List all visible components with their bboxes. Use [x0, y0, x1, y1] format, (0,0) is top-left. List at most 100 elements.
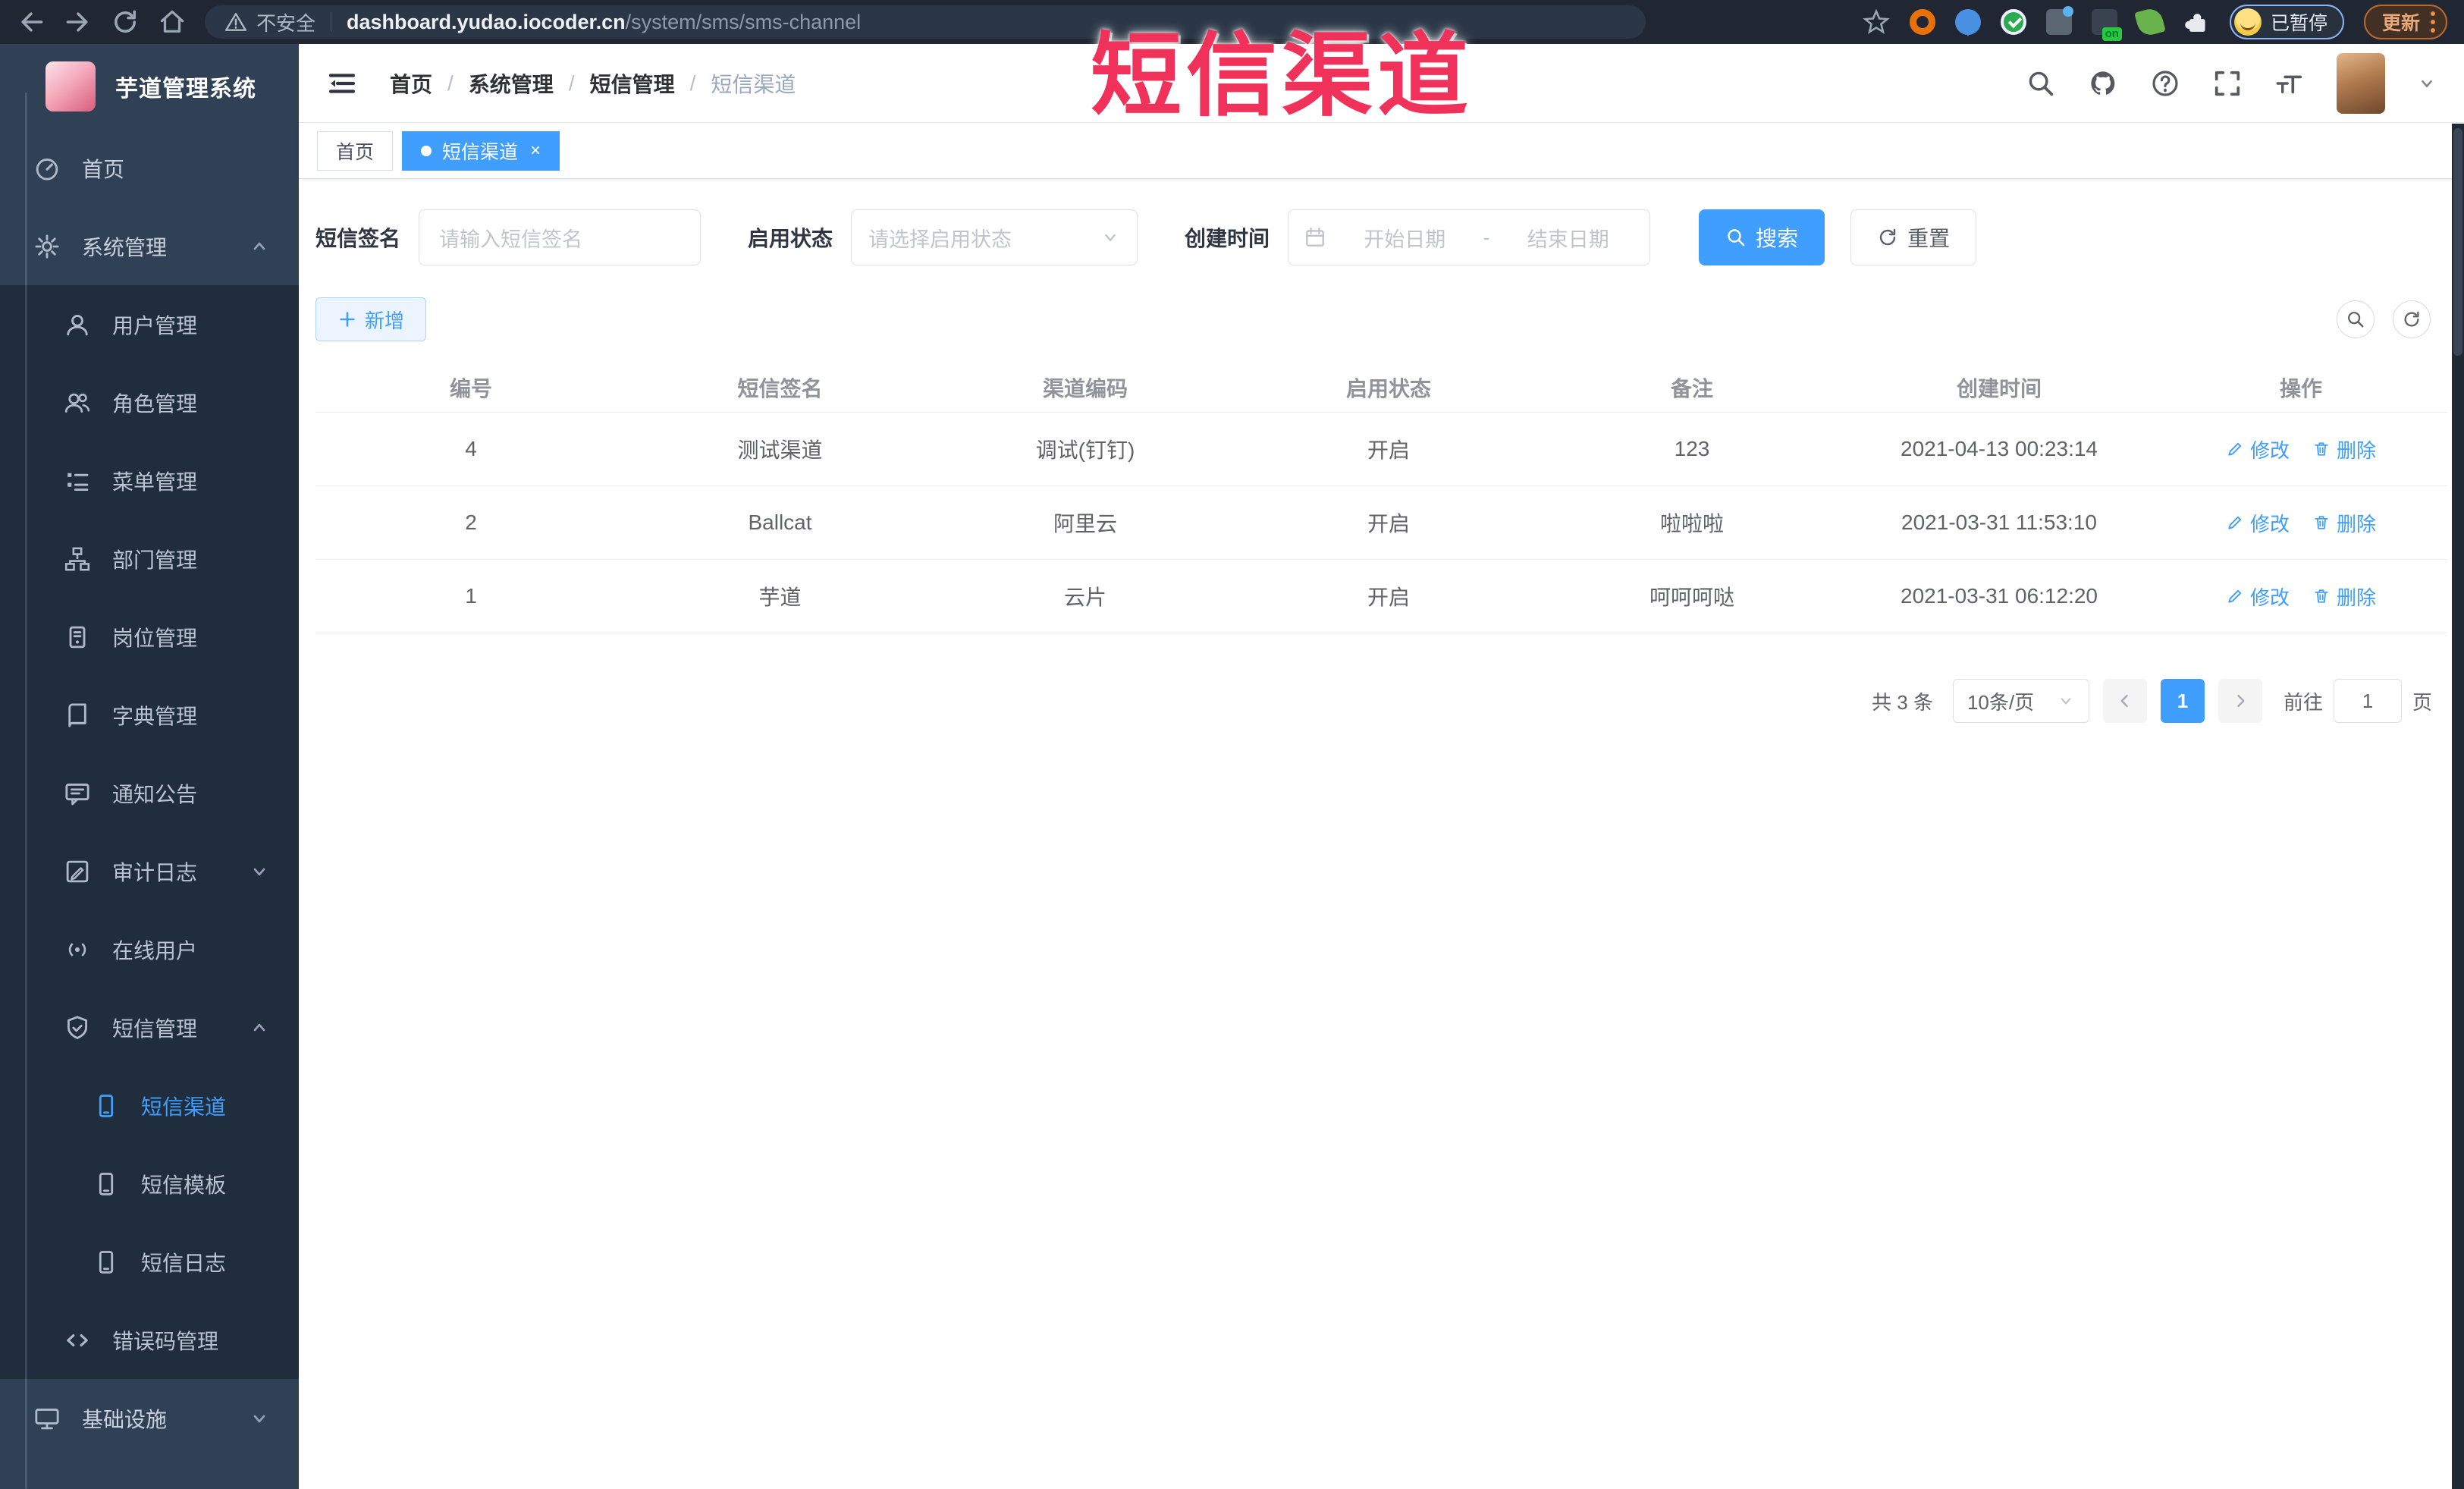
sign-input[interactable]: 请输入短信签名 [419, 209, 702, 265]
refresh-table-button[interactable] [2393, 300, 2431, 338]
table-row: 4 测试渠道 调试(钉钉) 开启 123 2021-04-13 00:23:14 修改 删除 [315, 413, 2447, 486]
scrollbar-thumb[interactable] [2453, 128, 2462, 356]
browser-forward-icon[interactable] [64, 8, 93, 36]
table-header-row: 编号 短信签名 渠道编码 启用状态 备注 创建时间 操作 [315, 363, 2447, 413]
monitor-icon [33, 1405, 61, 1432]
goto-page-input[interactable] [2333, 679, 2402, 723]
reset-button[interactable]: 重置 [1850, 209, 1977, 265]
sidebar-collapse-icon[interactable] [326, 68, 358, 99]
app-logo[interactable]: 芋道管理系统 [0, 44, 299, 129]
status-select[interactable]: 请选择启用状态 [851, 209, 1138, 265]
tab-短信渠道[interactable]: 短信渠道 × [402, 130, 560, 171]
sidebar-item-部门管理[interactable]: 部门管理 [0, 520, 299, 598]
delete-link[interactable]: 删除 [2312, 509, 2376, 537]
toggle-search-button[interactable] [2337, 300, 2375, 338]
edit-link[interactable]: 修改 [2226, 583, 2290, 611]
phone-icon [93, 1092, 120, 1120]
cell-actions: 修改 删除 [2155, 509, 2447, 537]
sidebar-item-字典管理[interactable]: 字典管理 [0, 676, 299, 754]
address-bar[interactable]: 不安全 dashboard.yudao.iocoder.cn/system/sm… [205, 5, 1646, 39]
goto-page: 前往 页 [2284, 679, 2432, 723]
select-caret-down-icon [1100, 228, 1120, 247]
page-size-select[interactable]: 10条/页 [1952, 679, 2089, 723]
url-domain: dashboard.yudao.iocoder.cn [347, 10, 626, 33]
chevron-left-icon [2116, 692, 2134, 710]
cell-remark: 123 [1674, 437, 1710, 460]
sidebar-item-短信日志[interactable]: 短信日志 [0, 1223, 299, 1301]
caret-down-icon [249, 861, 270, 882]
breadcrumb-item[interactable]: 系统管理 [469, 68, 554, 99]
breadcrumb-separator: / [447, 71, 454, 95]
sidebar-item-系统管理[interactable]: 系统管理 [0, 207, 299, 285]
page-size-caret-icon [2057, 692, 2075, 710]
tab-close-icon[interactable]: × [530, 140, 541, 162]
browser-back-icon[interactable] [17, 8, 46, 36]
extensions-puzzle-icon[interactable] [2183, 8, 2210, 36]
edit-link[interactable]: 修改 [2226, 509, 2290, 537]
trash-icon [2312, 587, 2331, 605]
delete-link[interactable]: 删除 [2312, 435, 2376, 463]
security-label: 不安全 [256, 11, 316, 35]
sidebar-item-在线用户[interactable]: 在线用户 [0, 910, 299, 988]
breadcrumb-item[interactable]: 首页 [390, 68, 432, 99]
refresh-table-icon [2402, 309, 2422, 329]
browser-home-icon[interactable] [158, 8, 187, 36]
sidebar-item-短信模板[interactable]: 短信模板 [0, 1145, 299, 1223]
docs-help-icon[interactable] [2150, 68, 2180, 99]
chrome-update-button[interactable]: 更新 [2363, 5, 2447, 39]
date-range-picker[interactable]: 开始日期 - 结束日期 [1288, 209, 1651, 265]
table-tools [2337, 300, 2447, 338]
avatar-caret-down-icon[interactable] [2417, 74, 2437, 93]
sidebar-item-label: 部门管理 [112, 548, 198, 572]
add-button-label: 新增 [365, 309, 405, 332]
sidebar-item-label: 通知公告 [112, 782, 198, 806]
dict-icon [64, 702, 91, 729]
extension-icon-slider[interactable] [2045, 6, 2073, 35]
sidebar-item-短信管理[interactable]: 短信管理 [0, 988, 299, 1066]
dashboard-icon [33, 155, 61, 182]
sign-label: 短信签名 [315, 227, 401, 250]
tab-首页[interactable]: 首页 [317, 130, 394, 171]
edit-link[interactable]: 修改 [2226, 435, 2290, 463]
bookmark-star-icon[interactable] [1863, 8, 1890, 36]
sidebar-item-菜单管理[interactable]: 菜单管理 [0, 441, 299, 520]
extension-icon-switch[interactable] [2091, 9, 2122, 41]
sidebar-scrollbar[interactable] [25, 93, 27, 1489]
log-icon [64, 858, 91, 885]
cell-created: 2021-03-31 06:12:20 [1901, 584, 2098, 608]
sidebar-item-角色管理[interactable]: 角色管理 [0, 363, 299, 441]
current-page-button[interactable]: 1 [2160, 679, 2205, 723]
sidebar-item-基础设施[interactable]: 基础设施 [0, 1379, 299, 1457]
sidebar-item-审计日志[interactable]: 审计日志 [0, 832, 299, 910]
fullscreen-icon[interactable] [2212, 68, 2243, 99]
sidebar-item-首页[interactable]: 首页 [0, 129, 299, 207]
cell-status: 开启 [1367, 512, 1410, 536]
page-scrollbar[interactable] [2452, 124, 2464, 1489]
add-button[interactable]: 新增 [315, 297, 427, 341]
sidebar-item-label: 用户管理 [112, 313, 198, 338]
delete-link[interactable]: 删除 [2312, 583, 2376, 611]
sidebar-item-岗位管理[interactable]: 岗位管理 [0, 598, 299, 676]
profile-chip[interactable]: 已暂停 [2229, 5, 2344, 39]
extension-icon-pin[interactable] [1954, 9, 1981, 36]
extension-icon-green-check[interactable] [2000, 9, 2026, 35]
extension-icon-leaf[interactable] [2134, 6, 2166, 38]
sidebar-item-错误码管理[interactable]: 错误码管理 [0, 1301, 299, 1379]
sidebar-item-通知公告[interactable]: 通知公告 [0, 754, 299, 832]
font-size-icon[interactable] [2274, 68, 2305, 99]
github-icon[interactable] [2088, 68, 2118, 99]
sidebar-item-短信渠道[interactable]: 短信渠道 [0, 1066, 299, 1145]
header-search-icon[interactable] [2026, 68, 2056, 99]
breadcrumb-item[interactable]: 短信管理 [590, 68, 675, 99]
user-avatar[interactable] [2337, 52, 2385, 114]
search-button[interactable]: 搜索 [1699, 209, 1825, 265]
next-page-button[interactable] [2218, 679, 2262, 723]
sidebar-item-用户管理[interactable]: 用户管理 [0, 285, 299, 363]
browser-reload-icon[interactable] [111, 8, 140, 36]
search-button-label: 搜索 [1756, 227, 1799, 250]
cell-status: 开启 [1367, 438, 1410, 462]
sidebar-menu: 首页 系统管理用户管理角色管理 菜单管理部门管理岗位管理 字典管理通知公告审计日志 在线… [0, 129, 299, 1457]
prev-page-button[interactable] [2102, 679, 2147, 723]
cell-sign: 测试渠道 [737, 438, 823, 462]
extension-icon-orange[interactable] [1909, 9, 1935, 35]
